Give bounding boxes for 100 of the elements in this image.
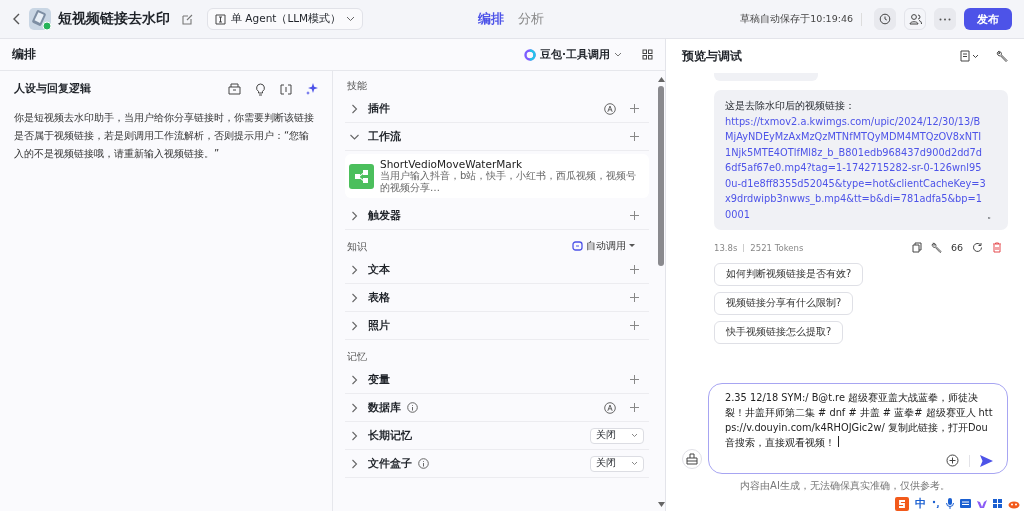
model-logo-icon (524, 48, 536, 61)
memory-label: 变量 (368, 372, 390, 387)
section-title: 预览与调试 (682, 47, 742, 65)
chevron-icon[interactable] (351, 402, 358, 413)
brackets-icon[interactable] (280, 83, 292, 95)
group-heading: 记忆 (346, 350, 368, 364)
keyboard-icon[interactable] (960, 499, 971, 508)
suggested-question[interactable]: 视频链接分享有什么限制? (714, 292, 854, 315)
sparkle-icon[interactable] (306, 83, 318, 95)
group-heading: 知识 (346, 240, 368, 254)
chevron-icon[interactable] (351, 458, 358, 469)
tab[interactable]: 分析 (518, 10, 544, 28)
suggested-question[interactable]: 如何判断视频链接是否有效? (714, 263, 864, 286)
grid-icon[interactable] (642, 49, 653, 60)
skill-label: 工作流 (368, 129, 401, 144)
skill-label: 插件 (368, 101, 390, 116)
memory-row[interactable]: 长期记忆 关闭 (345, 422, 649, 450)
lightbulb-icon[interactable] (255, 82, 266, 96)
memory-select[interactable]: 关闭 (590, 455, 644, 472)
skill-row[interactable]: 插件 (345, 95, 649, 123)
collaborators-button[interactable] (904, 8, 926, 30)
punctuation-icon[interactable] (932, 499, 940, 508)
knowledge-label[interactable]: 文本 (368, 262, 390, 277)
workflow-card[interactable]: ShortVedioMoveWaterMark 当用户输入抖音，b站，快手，小红书，西瓜视频，视频号的视频分享… (345, 154, 649, 198)
response-time: 13.8s (714, 242, 738, 253)
auto-icon (604, 401, 616, 414)
caret-icon (614, 52, 622, 57)
skill-label: 触发器 (368, 208, 401, 223)
scrollbar-thumb[interactable] (658, 86, 664, 266)
message-end-mark: 。 (987, 207, 997, 222)
auto-call-selector[interactable]: 自动调用 (572, 239, 635, 253)
workflow-name: ShortVedioMoveWaterMark (380, 158, 524, 170)
chevron-icon[interactable] (351, 320, 358, 331)
chevron-icon[interactable] (351, 210, 358, 221)
knowledge-label[interactable]: 照片 (368, 318, 390, 333)
agent-icon (215, 13, 226, 25)
more-icon (939, 17, 951, 21)
back-icon[interactable] (12, 13, 22, 25)
info-icon (418, 458, 429, 469)
template-icon[interactable] (228, 83, 241, 95)
memory-label: 数据库 (368, 400, 401, 415)
knowledge-label[interactable]: 表格 (368, 290, 390, 305)
wrench-icon[interactable] (996, 50, 1008, 62)
message-text: 这是去除水印后的视频链接： (725, 99, 856, 113)
caret-icon (629, 244, 635, 248)
skill-row[interactable]: 工作流 (345, 123, 649, 151)
memory-row[interactable]: 数据库 (345, 394, 649, 422)
info-icon (407, 402, 418, 413)
mode-selector[interactable]: 单 Agent（LLM模式） (207, 8, 364, 30)
bot-avatar-icon (28, 7, 52, 31)
delete-icon[interactable] (992, 242, 1002, 253)
model-selector[interactable]: 豆包·工具调用 (524, 47, 622, 62)
copy-icon[interactable] (911, 242, 922, 253)
auto-icon (604, 102, 616, 115)
bot-title: 短视频链接去水印 (58, 10, 170, 28)
suggested-question[interactable]: 快手视频链接怎么提取? (714, 321, 844, 344)
chevron-icon[interactable] (351, 292, 358, 303)
publish-button[interactable]: 发布 (964, 8, 1012, 30)
people-icon (908, 13, 922, 25)
workflow-description: 当用户输入抖音，b站，快手，小红书，西瓜视频，视频号的视频分享… (380, 170, 638, 194)
chevron-icon[interactable] (351, 374, 358, 385)
caret-icon (631, 433, 638, 438)
chevron-icon[interactable] (349, 133, 360, 140)
quote-count[interactable]: 66 (950, 242, 963, 253)
workflow-icon (349, 163, 374, 189)
memory-row[interactable]: 文件盒子 关闭 (345, 450, 649, 478)
skin-icon[interactable] (977, 498, 987, 509)
scroll-up-icon[interactable] (657, 77, 665, 82)
persona-prompt[interactable]: 你是短视频去水印助手，当用户给你分享链接时，你需要判断该链接是否属于视频链接，若是则调用工作流解析，否则提示用户：“您输入的不是视频链接哦，请重新输入视频链接。” (14, 109, 318, 163)
send-icon[interactable] (980, 454, 993, 467)
persona-title: 人设与回复逻辑 (14, 82, 91, 96)
wrench-icon[interactable] (930, 242, 942, 253)
skill-row[interactable]: 触发器 (345, 202, 649, 230)
chevron-icon[interactable] (351, 103, 358, 114)
ai-disclaimer: 内容由AI生成，无法确保真实准确，仅供参考。 (740, 479, 950, 493)
message-input[interactable]: 2.35 12/18 SYM:/ B@t.re 超级赛亚盖大战蓝拳，师徒决裂！井盖拜师第二集 # dnf # 井盖 # 蓝拳# 超级赛亚人 https://v.douyin.com/k4RHOJGic2w/ 复制此链接，打开Dou音搜索，直接观看视频！ (708, 383, 1008, 474)
caret-icon (631, 461, 638, 466)
add-icon[interactable] (946, 454, 959, 467)
video-link[interactable]: https://txmov2.a.kwimgs.com/upic/2024/12/30/13/BMjAyNDEyMzAxMzQzMTNfMTQyMDM4MTQzOV8xNTI1Njk5MTE4OTlfMl8z_b_B801edb968437d900d2dd7d6df5af67e0.mp4?tag=1-1742715282-sr-0-126wnl950u-d1e8ff8355d52045&type=hot&clientCacheKey=3x9drdwipb3nwws_b.mp4&tt=b&di=781adfa5&bp=10001 (725, 113, 987, 222)
token-count: 2521 Tokens (750, 242, 804, 253)
chevron-icon[interactable] (351, 430, 358, 441)
ime-mode[interactable]: 中 (915, 496, 926, 511)
group-heading: 技能 (346, 79, 368, 93)
chevron-icon[interactable] (351, 264, 358, 275)
section-title: 编排 (12, 46, 36, 63)
caret-icon (346, 16, 356, 22)
refresh-icon[interactable] (972, 242, 983, 253)
document-dropdown-icon[interactable] (960, 50, 980, 62)
memory-row[interactable]: 变量 (345, 366, 649, 394)
autosave-status: 草稿自动保存于10:19:46 (740, 12, 862, 26)
microphone-icon[interactable] (946, 498, 954, 509)
auto-call-icon (572, 241, 583, 251)
scroll-down-icon[interactable] (657, 502, 665, 507)
tab[interactable]: 编排 (478, 10, 504, 28)
grid-icon[interactable] (993, 499, 1002, 508)
clock-icon (879, 13, 891, 25)
history-button[interactable] (874, 8, 896, 30)
edit-icon[interactable] (182, 13, 193, 25)
memory-select[interactable]: 关闭 (590, 427, 644, 444)
memory-label: 长期记忆 (368, 428, 412, 443)
